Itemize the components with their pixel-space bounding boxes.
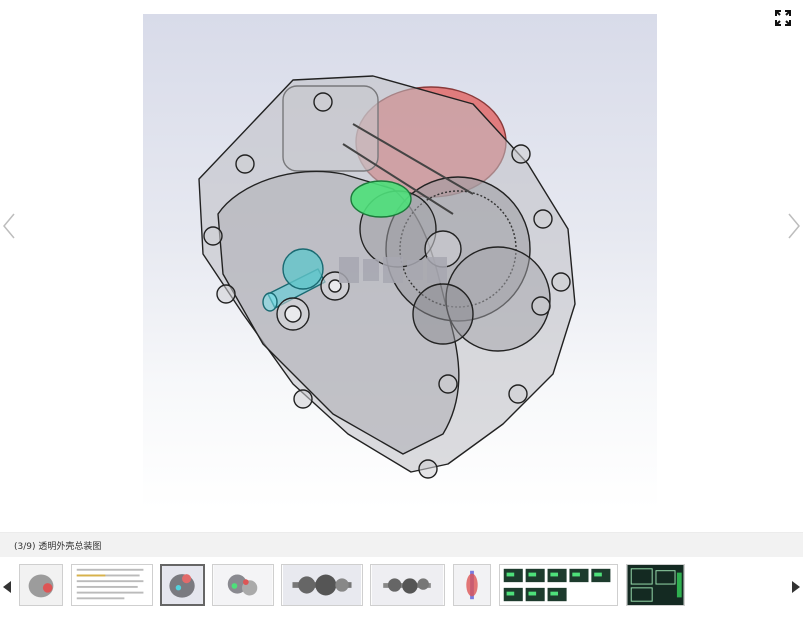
thumbnail-strip [0,557,803,619]
image-viewer [0,0,803,518]
prev-image-button[interactable] [0,208,18,244]
chevron-right-icon [788,213,800,239]
strip-prev-button[interactable] [2,579,12,593]
image-caption: (3/9) 透明外壳总装图 [14,542,102,552]
thumbnail-6[interactable] [370,564,445,606]
caption-bar: (3/9) 透明外壳总装图 [0,532,803,558]
thumbnail-3[interactable] [160,564,205,606]
main-image[interactable] [143,14,657,510]
triangle-right-icon [792,581,800,593]
thumbnail-8[interactable] [499,564,618,606]
thumbnail-1[interactable] [19,564,63,606]
strip-next-button[interactable] [791,579,801,593]
triangle-left-icon [3,581,11,593]
gearbox-render [198,75,576,479]
thumbnail-7[interactable] [453,564,491,606]
fullscreen-expand-icon[interactable] [773,8,793,28]
thumbnail-2[interactable] [71,564,153,606]
thumbnail-5[interactable] [281,564,363,606]
next-image-button[interactable] [785,208,803,244]
thumbnail-4[interactable] [212,564,274,606]
thumbnail-9[interactable] [626,564,685,606]
chevron-left-icon [3,213,15,239]
